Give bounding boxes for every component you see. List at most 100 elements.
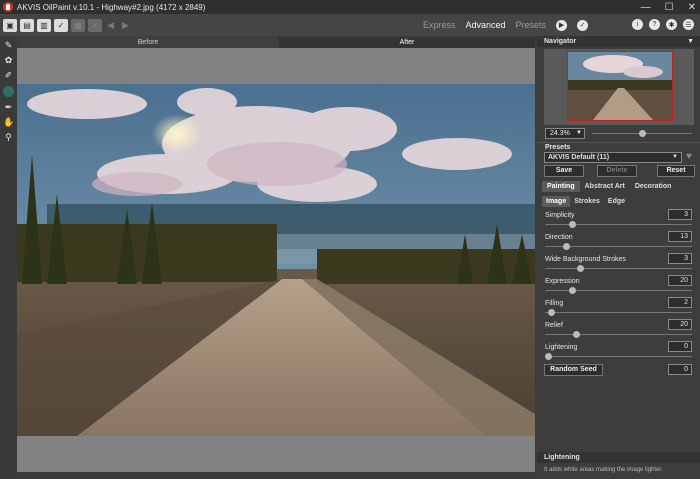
hint-text: It adds white areas making the image lig… bbox=[544, 467, 663, 473]
toolbar-right: i ? ✱ ☰ bbox=[632, 19, 694, 30]
print-icon[interactable]: ▦ bbox=[71, 18, 85, 32]
history-brush-icon[interactable]: ✒ bbox=[3, 102, 14, 113]
param-slider-knob[interactable] bbox=[563, 243, 571, 250]
close-button[interactable]: ✕ bbox=[688, 2, 696, 13]
preset-select[interactable]: AKVIS Default (11) ▼ bbox=[544, 152, 682, 163]
export-icon[interactable]: ✓ bbox=[88, 18, 102, 32]
painting-subtabs: Image Strokes Edge bbox=[542, 196, 629, 207]
param-slider-track[interactable] bbox=[545, 268, 692, 269]
param-slider-track[interactable] bbox=[545, 224, 692, 225]
pencil-tool-icon[interactable]: ✐ bbox=[3, 70, 14, 81]
param-slider-knob[interactable] bbox=[568, 221, 576, 228]
param-value[interactable]: 20 bbox=[668, 275, 692, 286]
mode-express[interactable]: Express bbox=[423, 20, 456, 30]
param-slider-knob[interactable] bbox=[568, 287, 576, 294]
param-label: Simplicity bbox=[545, 212, 575, 219]
mode-switcher: Express Advanced Presets ▶ ✓ bbox=[423, 14, 589, 36]
tab-after[interactable]: After bbox=[279, 37, 535, 48]
presets-label: Presets bbox=[545, 144, 571, 151]
mode-presets[interactable]: Presets bbox=[516, 20, 547, 30]
tab-image[interactable]: Image bbox=[542, 196, 571, 207]
window-title: AKVIS OilPaint v.10.1 - Highway#2.jpg (4… bbox=[17, 2, 206, 12]
redo-icon[interactable]: ▶ bbox=[122, 20, 132, 31]
tab-painting[interactable]: Painting bbox=[542, 181, 580, 192]
navigator-header[interactable]: Navigator ▼ bbox=[537, 36, 700, 47]
param-slider-track[interactable] bbox=[545, 334, 692, 335]
app-logo-icon bbox=[3, 2, 13, 12]
tab-strokes[interactable]: Strokes bbox=[570, 196, 604, 207]
random-seed-row: 0 bbox=[537, 364, 700, 389]
param-slider-knob[interactable] bbox=[573, 331, 580, 338]
minimize-button[interactable]: — bbox=[641, 2, 651, 13]
param-slider-track[interactable] bbox=[545, 290, 692, 291]
param-slider-track[interactable] bbox=[545, 356, 692, 357]
delete-preset-button[interactable]: Delete bbox=[597, 165, 637, 177]
share-icon[interactable]: ✓ bbox=[54, 18, 68, 32]
navigator-thumbnail[interactable] bbox=[544, 49, 694, 125]
tab-before[interactable]: Before bbox=[17, 37, 279, 48]
param-value[interactable]: 20 bbox=[668, 319, 692, 330]
view-tabs: Before After bbox=[17, 37, 535, 48]
collapse-icon[interactable]: ▼ bbox=[687, 36, 694, 47]
param-label: Expression bbox=[545, 278, 580, 285]
run-icon[interactable]: ▶ bbox=[556, 19, 568, 31]
info-icon[interactable]: i bbox=[632, 19, 643, 30]
param-slider-track[interactable] bbox=[545, 312, 692, 313]
zoom-select[interactable]: 24.3% ▼ bbox=[545, 128, 585, 139]
batch-icon[interactable]: ▥ bbox=[37, 18, 51, 32]
zoom-value: 24.3% bbox=[550, 130, 570, 137]
tab-edge[interactable]: Edge bbox=[604, 196, 629, 207]
effect-tabs: Painting Abstract Art Decoration bbox=[542, 181, 676, 192]
param-value[interactable]: 13 bbox=[668, 231, 692, 242]
hand-tool-icon[interactable]: ✋ bbox=[3, 117, 14, 128]
param-value[interactable]: 3 bbox=[668, 253, 692, 264]
navigator-viewport[interactable] bbox=[567, 51, 673, 121]
param-label: Wide Background Strokes bbox=[545, 256, 626, 263]
divider bbox=[537, 142, 700, 143]
param-label: Direction bbox=[545, 234, 573, 241]
param-value[interactable]: 2 bbox=[668, 297, 692, 308]
brush-tool-icon[interactable]: ✎ bbox=[3, 40, 14, 51]
save-image-icon[interactable]: ▤ bbox=[20, 18, 34, 32]
tab-decoration[interactable]: Decoration bbox=[630, 181, 677, 192]
title-bar: AKVIS OilPaint v.10.1 - Highway#2.jpg (4… bbox=[0, 0, 700, 14]
param-value[interactable]: 3 bbox=[668, 209, 692, 220]
navigator-title: Navigator bbox=[544, 38, 577, 45]
painted-photo bbox=[17, 84, 535, 436]
window-controls: — ☐ ✕ bbox=[641, 0, 696, 14]
zoom-row: 24.3% ▼ bbox=[544, 128, 694, 140]
zoom-tool-icon[interactable]: ⚲ bbox=[3, 132, 14, 143]
param-label: Filling bbox=[545, 300, 564, 307]
settings-icon[interactable]: ✱ bbox=[666, 19, 677, 30]
param-slider-knob[interactable] bbox=[545, 353, 552, 360]
color-tool-icon[interactable]: ● bbox=[3, 86, 14, 97]
open-image-icon[interactable]: ▣ bbox=[3, 18, 17, 32]
help-icon[interactable]: ? bbox=[649, 19, 660, 30]
decoration-brush-icon[interactable]: ✿ bbox=[3, 55, 14, 66]
reset-preset-button[interactable]: Reset bbox=[657, 165, 695, 177]
main-toolbar: ▣ ▤ ▥ ✓ ▦ ✓ ◀ ▶ Express Advanced Presets… bbox=[0, 14, 700, 36]
tool-column: ✎ ✿ ✐ ● ✒ ✋ ⚲ bbox=[0, 36, 17, 479]
hint-title: Lightening bbox=[537, 452, 700, 463]
chevron-down-icon: ▼ bbox=[672, 154, 678, 160]
favorite-heart-icon[interactable]: ♥ bbox=[686, 151, 692, 162]
param-label: Relief bbox=[545, 322, 563, 329]
param-value[interactable]: 0 bbox=[668, 341, 692, 352]
undo-icon[interactable]: ◀ bbox=[107, 20, 117, 31]
random-seed-value[interactable]: 0 bbox=[668, 364, 692, 375]
settings-panel: Navigator ▼ 24.3% ▼ Presets AKVIS Defaul… bbox=[537, 36, 700, 479]
save-preset-button[interactable]: Save bbox=[544, 165, 584, 177]
image-canvas[interactable] bbox=[17, 48, 535, 472]
zoom-slider-knob[interactable] bbox=[639, 130, 646, 137]
tab-abstract-art[interactable]: Abstract Art bbox=[580, 181, 630, 192]
apply-icon[interactable]: ✓ bbox=[577, 19, 589, 31]
maximize-button[interactable]: ☐ bbox=[665, 2, 674, 13]
param-slider-knob[interactable] bbox=[547, 309, 555, 316]
preset-selected: AKVIS Default (11) bbox=[548, 154, 610, 161]
param-row: Lightening 0 bbox=[537, 341, 700, 366]
chevron-down-icon: ▼ bbox=[576, 130, 582, 136]
param-slider-knob[interactable] bbox=[577, 265, 585, 272]
param-label: Lightening bbox=[545, 344, 578, 351]
mode-advanced[interactable]: Advanced bbox=[466, 20, 506, 30]
hints-icon[interactable]: ☰ bbox=[683, 19, 694, 30]
